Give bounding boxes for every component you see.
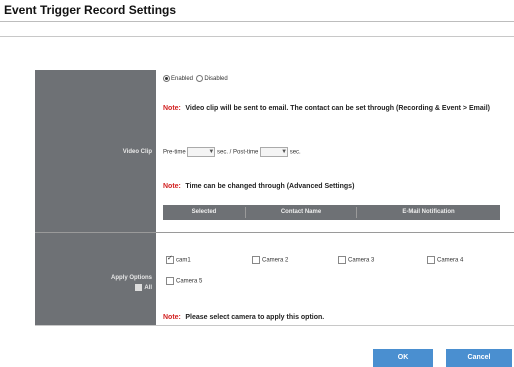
pre-time-label: Pre-time (163, 149, 186, 156)
disabled-label: Disabled (204, 76, 228, 83)
camera-item[interactable]: Camera 2 (252, 256, 288, 264)
enable-radio-group: Enabled Disabled (163, 75, 228, 82)
post-unit-label: sec. (289, 149, 301, 156)
chevron-down-icon: ▼ (208, 149, 215, 155)
panel-bottom-border (35, 325, 514, 326)
note-label: Note: (163, 105, 181, 112)
title-divider (0, 21, 514, 22)
video-clip-label: Video Clip (122, 149, 152, 155)
all-label: All (144, 285, 152, 292)
camera-label: cam1 (176, 257, 191, 264)
camera-item[interactable]: cam1 (166, 254, 191, 264)
camera-checkbox[interactable] (427, 256, 435, 264)
camera-note-text: Please select camera to apply this optio… (185, 314, 325, 321)
enabled-radio[interactable] (163, 75, 170, 82)
column-header-selected: Selected (191, 209, 217, 215)
time-note: Note: Time can be changed through (Advan… (163, 175, 354, 193)
email-note-text: Video clip will be sent to email. The co… (185, 105, 490, 112)
pre-unit-label: sec. / Post-time (217, 149, 259, 156)
camera-item[interactable]: Camera 5 (166, 277, 202, 285)
row-separator (35, 232, 514, 233)
time-note-text: Time can be changed through (Advanced Se… (185, 183, 355, 190)
camera-label: Camera 4 (437, 257, 464, 264)
cancel-button[interactable]: Cancel (446, 349, 512, 367)
camera-checkbox[interactable] (338, 256, 346, 264)
camera-checkbox[interactable] (166, 254, 174, 264)
pre-time-select[interactable]: ▼ (187, 147, 216, 157)
camera-checkbox[interactable] (166, 277, 174, 285)
all-checkbox[interactable] (135, 284, 143, 291)
pre-post-time-row: Pre-time ▼ sec. / Post-time ▼ sec. (163, 147, 301, 157)
enabled-label: Enabled (171, 76, 194, 83)
camera-item[interactable]: Camera 4 (427, 256, 463, 264)
apply-options-label: Apply Options (111, 275, 152, 281)
all-checkbox-row[interactable]: All (120, 284, 152, 291)
panel-top-border (0, 36, 514, 37)
post-time-select[interactable]: ▼ (260, 147, 289, 157)
ok-button[interactable]: OK (373, 349, 433, 367)
camera-label: Camera 3 (348, 257, 375, 264)
camera-checkbox[interactable] (252, 256, 260, 264)
camera-item[interactable]: Camera 3 (338, 256, 374, 264)
note-label: Note: (163, 314, 181, 321)
camera-note: Note: Please select camera to apply this… (163, 306, 324, 324)
chevron-down-icon: ▼ (281, 149, 288, 155)
camera-label: Camera 5 (176, 278, 203, 285)
camera-label: Camera 2 (262, 257, 289, 264)
column-header-contact-name: Contact Name (280, 209, 322, 215)
note-label: Note: (163, 183, 181, 190)
contact-table-header: Selected Contact Name E-Mail Notificatio… (163, 205, 500, 220)
page-title: Event Trigger Record Settings (4, 3, 177, 17)
disabled-radio[interactable] (196, 75, 204, 82)
email-note: Note: Video clip will be sent to email. … (163, 101, 498, 114)
column-header-email-notification: E-Mail Notification (402, 209, 455, 215)
